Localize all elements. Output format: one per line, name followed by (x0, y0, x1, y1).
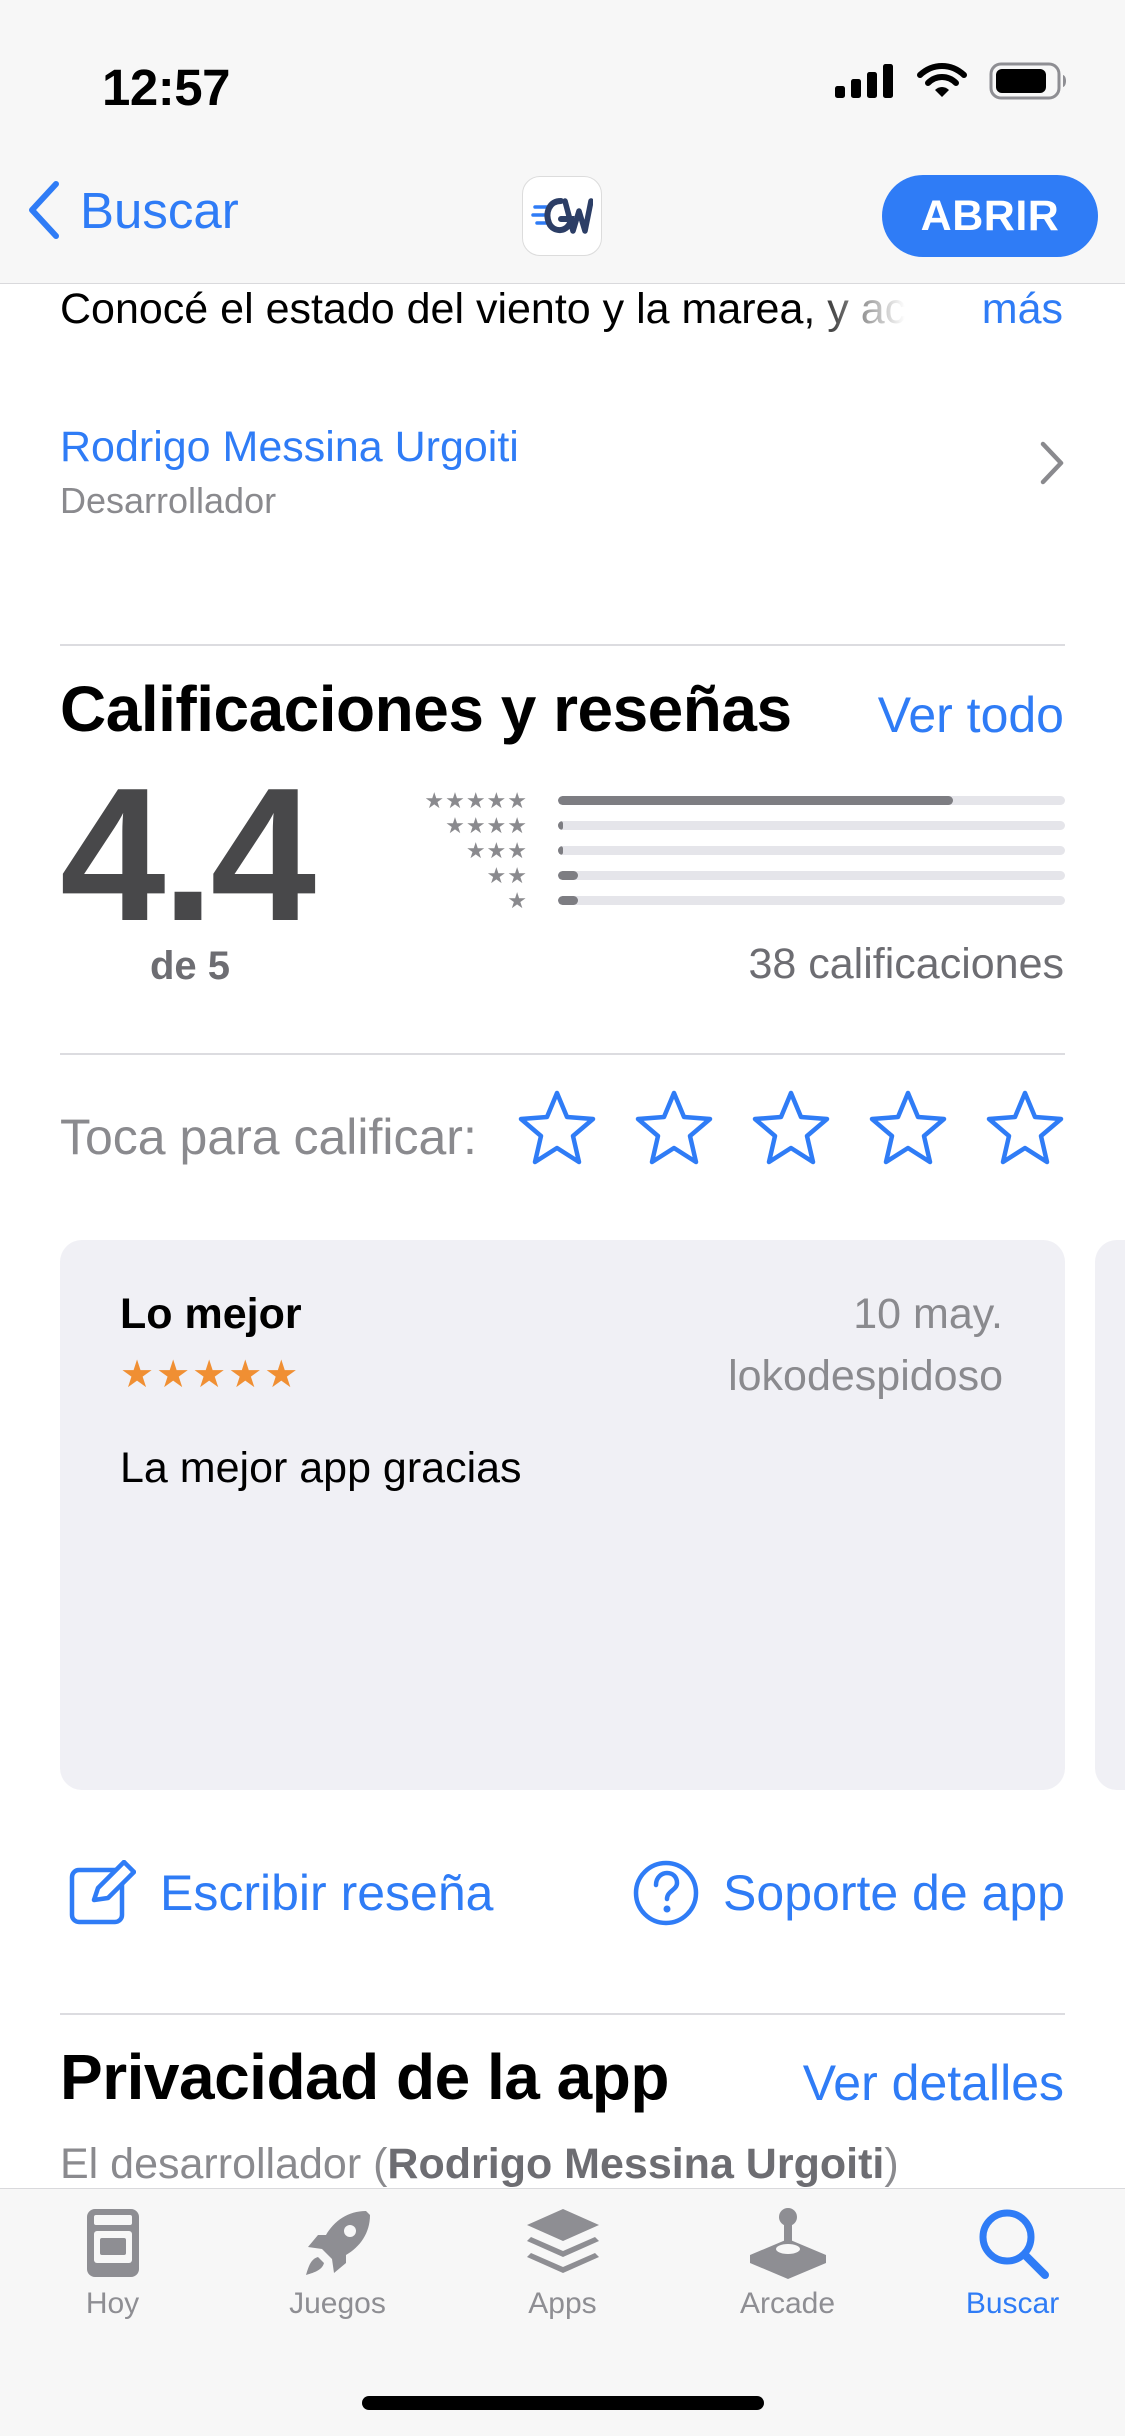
review-stars: ★★★★★ (120, 1354, 301, 1396)
divider (60, 1053, 1065, 1055)
tab-label: Arcade (739, 2287, 836, 2320)
today-icon (86, 2209, 139, 2277)
tab-search[interactable]: Buscar (900, 2205, 1125, 2321)
histogram-row: ★★★★ (400, 815, 1065, 840)
tap-to-rate-label: Toca para calificar: (60, 1109, 477, 1165)
tab-games[interactable]: Juegos (225, 2205, 450, 2321)
next-review-card-peek[interactable] (1095, 1240, 1125, 1790)
histogram-stars: ★★★ (465, 838, 528, 863)
divider (60, 2013, 1065, 2015)
review-author: lokodespidoso (728, 1352, 1003, 1400)
back-label: Buscar (80, 181, 239, 239)
apps-stack-icon (526, 2209, 599, 2273)
status-time: 12:57 (102, 59, 230, 116)
battery-icon (989, 62, 1066, 100)
see-details-link[interactable]: Ver detalles (803, 2054, 1064, 2112)
compose-icon (69, 1860, 136, 1925)
rating-out-of: de 5 (150, 944, 231, 988)
histogram-bar-fill (558, 871, 579, 880)
histogram-stars: ★★ (486, 863, 528, 888)
tab-today[interactable]: Hoy (0, 2205, 225, 2321)
review-card[interactable]: Lo mejor ★★★★★ 10 may. lokodespidoso La … (60, 1240, 1065, 1790)
histogram-row: ★ (400, 890, 1065, 915)
histogram-bar-track (558, 846, 1065, 855)
histogram-bar-track (558, 821, 1065, 830)
privacy-subtitle-prefix: El desarrollador ( (60, 2140, 388, 2188)
developer-name: Rodrigo Messina Urgoiti (60, 423, 519, 471)
tab-apps[interactable]: Apps (450, 2205, 675, 2321)
tab-arcade[interactable]: Arcade (675, 2205, 900, 2321)
histogram-stars: ★ (507, 888, 528, 913)
chevron-left-icon (29, 181, 59, 239)
help-circle-icon (633, 1860, 699, 1926)
joystick-icon (749, 2208, 826, 2279)
histogram-row: ★★ (400, 865, 1065, 890)
histogram-bar-track (558, 871, 1065, 880)
cellular-signal-icon (835, 64, 893, 98)
privacy-subtitle: El desarrollador (Rodrigo Messina Urgoit… (60, 2140, 899, 2189)
app-logo-icon (531, 198, 593, 234)
histogram-bar-fill (558, 821, 564, 830)
tab-label: Juegos (289, 2287, 386, 2320)
tap-rating-stars (517, 1088, 1065, 1168)
average-rating: 4.4 (60, 749, 316, 961)
write-review-button[interactable]: Escribir reseña (68, 1860, 493, 1926)
review-actions: Escribir reseña Soporte de app (60, 1860, 1065, 1940)
tab-label: Apps (528, 2287, 597, 2320)
app-support-button[interactable]: Soporte de app (633, 1860, 1065, 1926)
histogram-bar-track (558, 896, 1065, 905)
histogram-bar-fill (558, 846, 564, 855)
rate-star-1-icon[interactable] (517, 1088, 597, 1168)
scroll-content[interactable]: Conocé el estado del viento y la marea, … (0, 0, 1125, 2190)
rocket-icon (305, 2211, 370, 2275)
histogram-bar-fill (558, 896, 579, 905)
navigation-bar: 12:57 Buscar ABRIR (0, 0, 1125, 284)
histogram-row: ★★★ (400, 840, 1065, 865)
wifi-icon (917, 63, 967, 97)
rate-star-2-icon[interactable] (634, 1088, 714, 1168)
privacy-title: Privacidad de la app (60, 2041, 669, 2113)
app-support-label: Soporte de app (723, 1865, 1065, 1921)
more-link[interactable]: más (982, 284, 1063, 334)
tab-label: Hoy (85, 2287, 140, 2320)
open-app-button[interactable]: ABRIR (882, 175, 1098, 257)
back-button[interactable]: Buscar (26, 180, 239, 240)
rate-star-4-icon[interactable] (868, 1088, 948, 1168)
see-all-link[interactable]: Ver todo (878, 686, 1064, 744)
review-title: Lo mejor (120, 1290, 302, 1338)
histogram-stars: ★★★★★ (424, 788, 528, 813)
histogram-stars: ★★★★ (445, 813, 528, 838)
tab-label: Buscar (965, 2287, 1060, 2320)
developer-role: Desarrollador (60, 480, 277, 521)
histogram-row: ★★★★★ (400, 790, 1065, 815)
app-icon (522, 176, 602, 256)
description-text: Conocé el estado del viento y la marea, … (60, 285, 905, 333)
privacy-subtitle-suffix: ) (884, 2140, 899, 2188)
histogram-bar-track (558, 796, 1065, 805)
ratings-title: Calificaciones y reseñas (60, 673, 792, 745)
status-icons (835, 62, 1069, 100)
privacy-developer-name: Rodrigo Messina Urgoiti (387, 2140, 885, 2188)
chevron-right-icon (1040, 441, 1064, 485)
rate-star-3-icon[interactable] (751, 1088, 831, 1168)
developer-row[interactable]: Rodrigo Messina Urgoiti Desarrollador (60, 420, 1065, 530)
ratings-count: 38 calificaciones (748, 940, 1064, 988)
rating-histogram: ★★★★★ ★★★★ ★★★ ★★ ★ (400, 790, 1065, 915)
tap-to-rate-row: Toca para calificar: (60, 1088, 1065, 1180)
write-review-label: Escribir reseña (160, 1865, 494, 1921)
histogram-bar-fill (558, 796, 954, 805)
divider (60, 644, 1065, 646)
search-icon (979, 2209, 1049, 2279)
review-body: La mejor app gracias (120, 1444, 522, 1492)
home-indicator (362, 2396, 764, 2410)
rate-star-5-icon[interactable] (985, 1088, 1065, 1168)
app-description: Conocé el estado del viento y la marea, … (60, 284, 1065, 334)
review-date: 10 may. (853, 1290, 1003, 1338)
